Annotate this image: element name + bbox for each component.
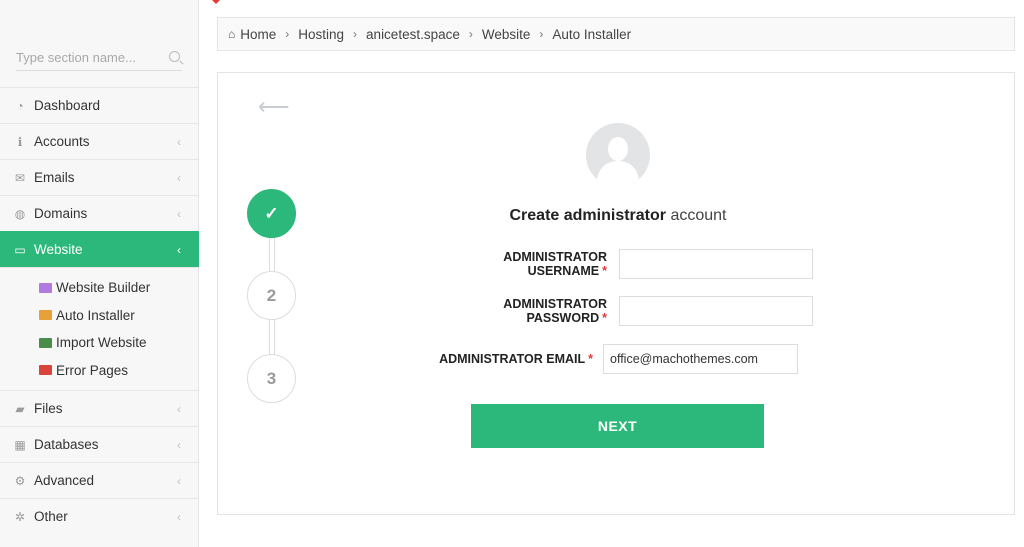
chevron-right-icon: › [353,27,358,41]
sidebar-item-accounts[interactable]: ℹ Accounts ‹ [0,123,199,159]
sidebar-subitem-label: Auto Installer [56,307,135,323]
step-number: 3 [266,368,277,388]
breadcrumb-website[interactable]: Website [482,27,531,42]
chevron-left-icon: ‹ [177,171,181,185]
website-submenu: Website Builder Auto Installer Import We… [0,267,199,390]
form-title: Create administrator account [418,207,818,225]
wizard-steps: ✓ 2 3 [247,189,297,404]
auto-installer-icon [39,310,52,321]
chevron-right-icon: › [285,27,290,41]
username-input[interactable] [619,249,813,279]
email-label-text: ADMINISTRATOR EMAIL [439,352,586,366]
import-website-icon [39,337,52,348]
envelope-icon: ✉ [14,170,26,185]
sidebar-item-dashboard[interactable]: ◔ Dashboard [0,87,199,123]
breadcrumb-home[interactable]: Home [240,27,276,42]
chevron-left-icon: ‹ [177,135,181,149]
sidebar-item-advanced[interactable]: ⚙ Advanced ‹ [0,462,199,498]
sidebar-item-files[interactable]: ▰ Files ‹ [0,390,199,426]
sidebar-nav: ◔ Dashboard ℹ Accounts ‹ ✉ Emails ‹ ◍ Do… [0,87,199,534]
sidebar-item-label: Website [34,242,83,257]
next-button[interactable]: NEXT [471,404,764,448]
chevron-right-icon: › [539,27,544,41]
database-icon: ▦ [14,437,26,452]
step-1: ✓ [247,189,296,238]
sidebar-subitem-label: Website Builder [56,280,151,296]
sidebar-subitem-label: Error Pages [56,362,129,378]
chevron-left-icon: ‹ [177,243,181,257]
username-label-text: ADMINISTRATOR USERNAME [503,250,607,278]
sidebar-item-label: Accounts [34,134,90,149]
password-row: ADMINISTRATOR PASSWORD * [421,296,813,326]
chevron-left-icon: ‹ [177,438,181,452]
sidebar-item-label: Emails [34,170,75,185]
sidebar-subitem-website-builder[interactable]: Website Builder [0,274,199,302]
sidebar-subitem-import-website[interactable]: Import Website [0,329,199,357]
sidebar-subitem-label: Import Website [56,335,147,351]
chevron-left-icon: ‹ [177,510,181,524]
installer-card: ⟵ ✓ 2 3 Create administrator account ADM… [217,72,1015,515]
back-arrow-icon[interactable]: ⟵ [258,96,290,118]
form-title-bold: Create administrator [509,207,667,224]
step-3: 3 [247,354,296,403]
search-icon[interactable] [169,51,180,62]
sidebar-item-databases[interactable]: ▦ Databases ‹ [0,426,199,462]
top-marker [212,0,220,4]
breadcrumb-auto-installer: Auto Installer [552,26,632,42]
section-search [16,44,182,71]
chevron-right-icon: › [468,27,473,41]
sidebar-item-other[interactable]: ✲ Other ‹ [0,498,199,534]
cog-icon: ✲ [14,509,26,524]
email-input[interactable] [603,344,798,374]
gears-icon: ⚙ [14,473,26,488]
step-number: 2 [266,285,277,305]
info-icon: ℹ [17,134,23,149]
sidebar-item-label: Files [34,401,63,416]
email-row: ADMINISTRATOR EMAIL * [436,344,798,374]
home-icon: ⌂ [228,27,236,41]
sidebar: ◔ Dashboard ℹ Accounts ‹ ✉ Emails ‹ ◍ Do… [0,0,199,547]
required-mark: * [602,264,607,278]
chevron-left-icon: ‹ [177,474,181,488]
monitor-icon: ▭ [14,242,26,257]
error-pages-icon [39,365,52,376]
section-search-input[interactable] [16,44,156,70]
sidebar-subitem-error-pages[interactable]: Error Pages [0,357,199,385]
sidebar-item-label: Advanced [34,473,95,488]
sidebar-item-label: Dashboard [34,98,101,113]
password-label: ADMINISTRATOR PASSWORD * [421,297,607,325]
password-label-text: ADMINISTRATOR PASSWORD [503,297,607,325]
breadcrumb-domain[interactable]: anicetest.space [366,27,460,42]
email-label: ADMINISTRATOR EMAIL * [436,352,593,366]
sidebar-item-label: Domains [34,206,88,221]
username-row: ADMINISTRATOR USERNAME * [421,249,813,279]
form-title-light: account [670,207,727,224]
sidebar-item-domains[interactable]: ◍ Domains ‹ [0,195,199,231]
dashboard-icon: ◔ [16,98,24,113]
sidebar-item-label: Databases [34,437,99,452]
checkmark-icon: ✓ [264,203,279,223]
username-label: ADMINISTRATOR USERNAME * [421,250,607,278]
avatar-body [597,161,639,187]
globe-icon: ◍ [14,206,26,221]
breadcrumb: ⌂ Home › Hosting › anicetest.space › Web… [217,17,1015,51]
folder-icon: ▰ [15,401,25,416]
breadcrumb-hosting[interactable]: Hosting [298,27,344,42]
required-mark: * [602,311,607,325]
chevron-left-icon: ‹ [177,207,181,221]
required-mark: * [588,352,593,366]
sidebar-item-label: Other [34,509,68,524]
avatar-head [608,137,628,161]
sidebar-subitem-auto-installer[interactable]: Auto Installer [0,302,199,330]
step-2: 2 [247,271,296,320]
avatar-placeholder-icon [586,123,650,187]
website-builder-icon [39,282,52,293]
sidebar-item-emails[interactable]: ✉ Emails ‹ [0,159,199,195]
password-input[interactable] [619,296,813,326]
chevron-left-icon: ‹ [177,402,181,416]
sidebar-item-website[interactable]: ▭ Website ‹ [0,231,199,267]
